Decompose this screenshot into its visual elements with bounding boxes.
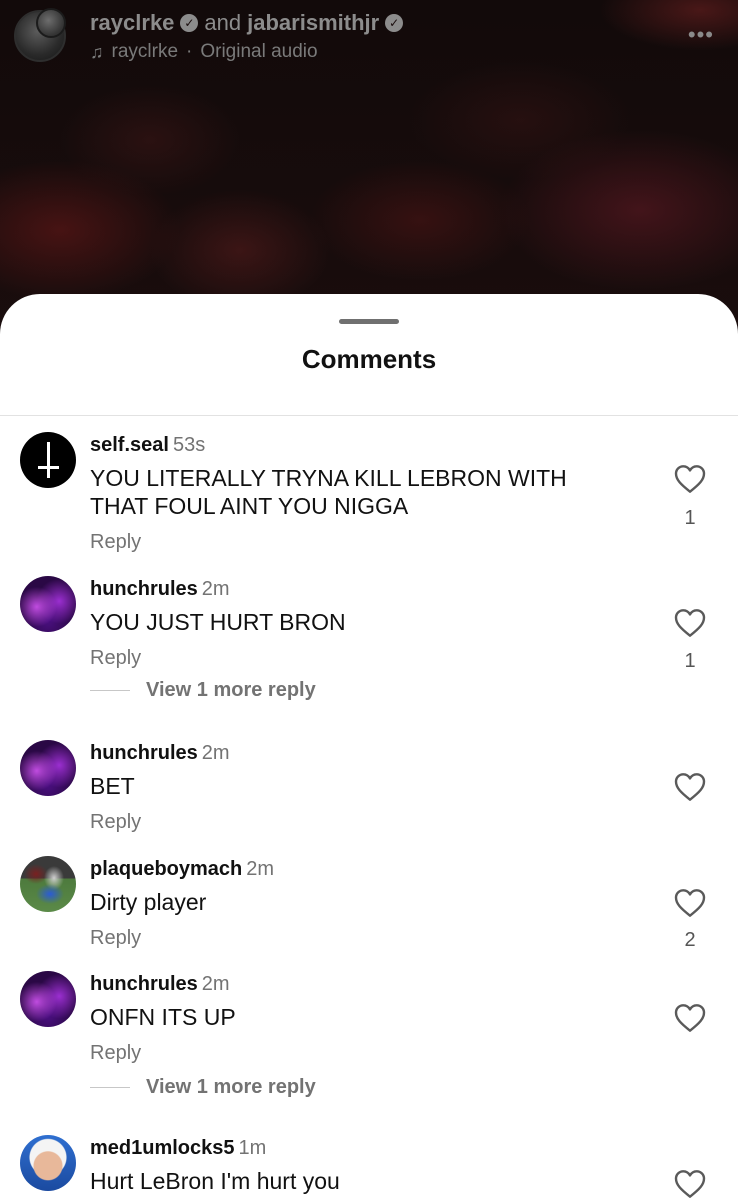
author-username-2[interactable]: jabarismithjr xyxy=(247,10,379,36)
comment-timestamp: 2m xyxy=(201,578,230,600)
verified-badge-icon: ✓ xyxy=(180,14,199,32)
comment-meta: self.seal 53s xyxy=(90,432,205,458)
and-text: and xyxy=(204,10,242,35)
avatar[interactable] xyxy=(20,971,76,1027)
collab-avatar[interactable] xyxy=(14,8,66,62)
reply-button[interactable]: Reply xyxy=(90,646,141,670)
comment-username[interactable]: plaqueboymach xyxy=(90,858,242,880)
reel-header: rayclrke ✓ and jabarismithjr ✓ ♫ rayclrk… xyxy=(0,0,738,80)
comment-username[interactable]: hunchrules xyxy=(90,578,198,600)
sheet-divider xyxy=(0,415,738,416)
collab-avatar-secondary xyxy=(36,8,66,38)
view-more-replies-button[interactable]: View 1 more reply xyxy=(90,678,316,702)
heart-icon[interactable] xyxy=(674,464,706,494)
audio-username: rayclrke xyxy=(111,41,179,62)
heart-icon[interactable] xyxy=(674,1003,706,1033)
avatar[interactable] xyxy=(20,1135,76,1191)
heart-icon[interactable] xyxy=(674,1169,706,1199)
thread-line xyxy=(90,689,130,691)
like-count: 1 xyxy=(684,507,696,529)
avatar[interactable] xyxy=(20,740,76,796)
comment-timestamp: 1m xyxy=(238,1137,267,1159)
music-note-icon: ♫ xyxy=(90,41,104,62)
view-more-replies-label: View 1 more reply xyxy=(146,678,316,701)
comment-meta: plaqueboymach 2m xyxy=(90,856,274,882)
comment-timestamp: 2m xyxy=(201,742,230,764)
author-username-1[interactable]: rayclrke xyxy=(90,10,174,36)
heart-icon[interactable] xyxy=(674,888,706,918)
sheet-drag-handle[interactable] xyxy=(339,319,399,324)
reel-authors: rayclrke ✓ and jabarismithjr ✓ xyxy=(90,8,404,38)
avatar[interactable] xyxy=(20,576,76,632)
comment-meta: hunchrules 2m xyxy=(90,971,230,997)
comment-text: YOU JUST HURT BRON xyxy=(90,609,346,635)
comment-text: YOU LITERALLY TRYNA KILL LEBRON WITH THA… xyxy=(90,465,567,519)
comment-meta: med1umlocks5 1m xyxy=(90,1135,266,1161)
reply-button[interactable]: Reply xyxy=(90,1041,141,1065)
reply-button[interactable]: Reply xyxy=(90,810,141,834)
reply-button[interactable]: Reply xyxy=(90,530,141,554)
like-count: 1 xyxy=(684,650,696,672)
comment-text: Dirty player xyxy=(90,889,207,915)
avatar[interactable] xyxy=(20,432,76,488)
comment-text: BET xyxy=(90,773,135,799)
heart-icon[interactable] xyxy=(674,772,706,802)
comment-username[interactable]: hunchrules xyxy=(90,973,198,995)
thread-line xyxy=(90,1086,130,1088)
comment-text: ONFN ITS UP xyxy=(90,1004,236,1030)
comment-text: Hurt LeBron I'm hurt you xyxy=(90,1168,340,1194)
like-count: 2 xyxy=(684,929,696,951)
sheet-title: Comments xyxy=(301,344,437,374)
comment-timestamp: 2m xyxy=(201,973,230,995)
comment-timestamp: 53s xyxy=(172,434,206,456)
comment-username[interactable]: hunchrules xyxy=(90,742,198,764)
verified-badge-icon: ✓ xyxy=(385,14,404,32)
view-more-replies-label: View 1 more reply xyxy=(146,1075,316,1098)
comment-username[interactable]: med1umlocks5 xyxy=(90,1137,235,1159)
comment-meta: hunchrules 2m xyxy=(90,740,230,766)
audio-info[interactable]: ♫ rayclrke · Original audio xyxy=(90,40,318,64)
heart-icon[interactable] xyxy=(674,608,706,638)
comments-sheet: Comments self.seal 53s YOU LITERALLY TRYN… xyxy=(0,294,738,1200)
more-options-icon[interactable]: ••• xyxy=(688,24,714,46)
audio-separator: · xyxy=(186,41,193,62)
view-more-replies-button[interactable]: View 1 more reply xyxy=(90,1075,316,1099)
comment-meta: hunchrules 2m xyxy=(90,576,230,602)
audio-label: Original audio xyxy=(200,41,318,62)
reply-button[interactable]: Reply xyxy=(90,926,141,950)
comment-username[interactable]: self.seal xyxy=(90,434,169,456)
avatar[interactable] xyxy=(20,856,76,912)
comment-timestamp: 2m xyxy=(246,858,275,880)
